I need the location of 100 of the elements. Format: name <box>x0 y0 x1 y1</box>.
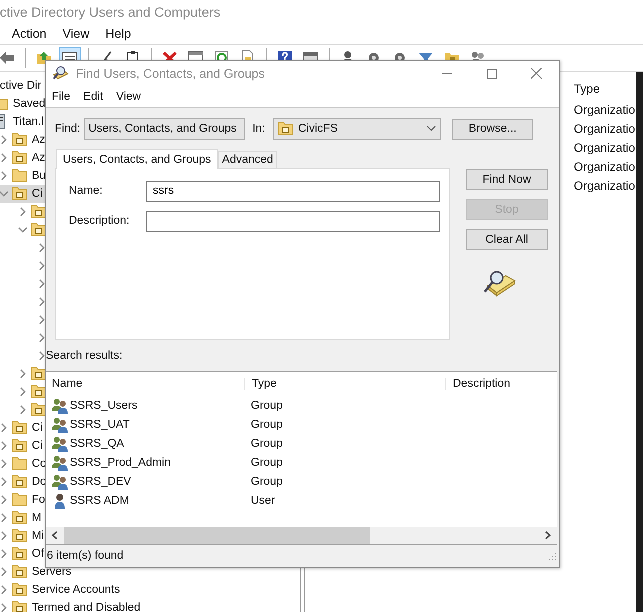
menu-item[interactable]: View <box>116 90 142 102</box>
ou-folder-icon <box>31 384 47 400</box>
column-header[interactable]: Description <box>445 378 511 390</box>
table-cell-text: Group <box>250 400 284 412</box>
ou-folder-icon <box>12 510 28 526</box>
column-header[interactable]: Type <box>244 378 445 390</box>
maximize-icon <box>486 68 496 78</box>
folder-icon <box>12 456 28 472</box>
field-label: Name: <box>69 185 104 197</box>
tree-item[interactable]: Of <box>0 545 48 563</box>
chevron-right-icon[interactable] <box>0 135 9 145</box>
chevron-right-icon[interactable] <box>0 441 9 451</box>
scrollbar[interactable] <box>46 527 557 544</box>
chevron-right-icon[interactable] <box>0 477 9 487</box>
chevron-right-icon[interactable] <box>37 351 47 361</box>
chevron-right-icon[interactable] <box>18 369 28 379</box>
chevron-right-icon[interactable] <box>18 207 28 217</box>
chevron-down-icon[interactable] <box>18 225 28 235</box>
find-dropdown[interactable]: Users, Contacts, and Groups <box>84 118 245 140</box>
tree-item[interactable]: Ci <box>0 437 47 455</box>
tree-item[interactable]: Servers <box>0 563 76 581</box>
ou-folder-icon <box>12 564 28 580</box>
chevron-right-icon[interactable] <box>0 171 9 181</box>
ou-folder-icon <box>12 474 28 490</box>
chevron-right-icon[interactable] <box>0 567 9 577</box>
group-icon <box>52 398 68 414</box>
table-cell: Organizatio <box>574 102 636 116</box>
chevron-right-icon[interactable] <box>0 459 9 469</box>
chevron-right-icon[interactable] <box>37 333 47 343</box>
group-icon <box>52 454 68 470</box>
tree-item[interactable]: Ci <box>0 185 47 203</box>
chevron-right-icon[interactable] <box>0 153 9 163</box>
group-icon <box>52 436 68 452</box>
table-cell: Organizatio <box>574 160 636 174</box>
table-cell[interactable]: SSRS_UAT <box>46 416 244 432</box>
chevron-right-icon[interactable] <box>0 603 9 612</box>
location-dropdown[interactable]: CivicFS <box>273 118 442 140</box>
tree-item[interactable]: Termed and Disabled <box>0 599 145 612</box>
tree-item[interactable]: Mi <box>0 527 48 545</box>
resize-grip-icon[interactable] <box>547 550 557 560</box>
chevron-right-icon[interactable] <box>18 405 28 415</box>
chevron-down-icon[interactable] <box>0 189 9 199</box>
chevron-right-icon[interactable] <box>0 585 9 595</box>
chevron-right-icon[interactable] <box>0 495 9 505</box>
tree-item[interactable]: Titan.l <box>0 113 48 131</box>
group-icon <box>52 474 68 490</box>
action-button[interactable]: Find Now <box>466 169 548 190</box>
tree-item[interactable]: Saved <box>0 95 50 113</box>
menu-item[interactable]: Help <box>106 27 132 41</box>
chevron-right-icon[interactable] <box>0 513 9 523</box>
browse-button[interactable]: Browse... <box>452 118 534 140</box>
table-cell: Organizatio <box>574 178 636 192</box>
ou-folder-icon <box>12 546 28 562</box>
menu-item[interactable]: Edit <box>84 90 104 102</box>
table-cell-text: Group <box>250 438 284 450</box>
column-header[interactable]: Type <box>574 82 600 96</box>
ou-folder-icon <box>12 438 28 454</box>
user-icon <box>52 492 68 508</box>
chevron-right-icon[interactable] <box>37 243 47 253</box>
scroll-left-icon[interactable] <box>51 531 59 540</box>
tree-item[interactable]: Bu <box>0 167 50 185</box>
chevron-right-icon[interactable] <box>37 279 47 289</box>
scroll-thumb[interactable] <box>64 527 370 544</box>
ou-folder-icon <box>31 366 47 382</box>
menu-item[interactable]: Action <box>12 27 47 41</box>
table-cell[interactable]: SSRS_Users <box>46 398 244 414</box>
input-field[interactable] <box>146 210 440 232</box>
input-field[interactable]: ssrs <box>146 180 440 202</box>
action-button[interactable]: Clear All <box>466 229 548 250</box>
table-cell-text: Group <box>250 418 284 430</box>
chevron-right-icon[interactable] <box>18 387 28 397</box>
tree-item[interactable]: Az <box>0 149 50 167</box>
menu-item[interactable]: File <box>52 90 71 102</box>
table-cell[interactable]: SSRS_QA <box>46 436 244 452</box>
tab[interactable]: Advanced <box>218 151 278 168</box>
table-cell[interactable]: SSRS_DEV <box>46 474 244 490</box>
scroll-right-icon[interactable] <box>544 531 552 540</box>
results-label: Search results: <box>46 350 123 362</box>
tree-item[interactable]: Service Accounts <box>0 581 124 599</box>
ou-folder-icon <box>12 132 28 148</box>
column-header[interactable]: Name <box>46 378 244 390</box>
chevron-right-icon[interactable] <box>0 549 9 559</box>
tree-item[interactable]: Ci <box>0 419 47 437</box>
chevron-right-icon[interactable] <box>37 315 47 325</box>
group-icon <box>52 416 68 432</box>
ou-folder-icon <box>12 420 28 436</box>
chevron-right-icon[interactable] <box>37 261 47 271</box>
chevron-right-icon[interactable] <box>0 423 9 433</box>
menu-item[interactable]: View <box>62 27 90 41</box>
ou-folder-icon <box>12 582 28 598</box>
ou-folder-icon <box>12 150 28 166</box>
tab[interactable]: Users, Contacts, and Groups <box>56 149 218 169</box>
tree-item[interactable]: ctive Dir <box>0 77 46 95</box>
back-arrow-icon <box>0 50 15 66</box>
ou-folder-icon <box>12 600 28 612</box>
tree-item[interactable]: Az <box>0 131 50 149</box>
tree-item[interactable]: M <box>0 509 46 527</box>
chevron-right-icon[interactable] <box>0 531 9 541</box>
table-cell[interactable]: SSRS_Prod_Admin <box>46 454 244 470</box>
chevron-right-icon[interactable] <box>37 297 47 307</box>
